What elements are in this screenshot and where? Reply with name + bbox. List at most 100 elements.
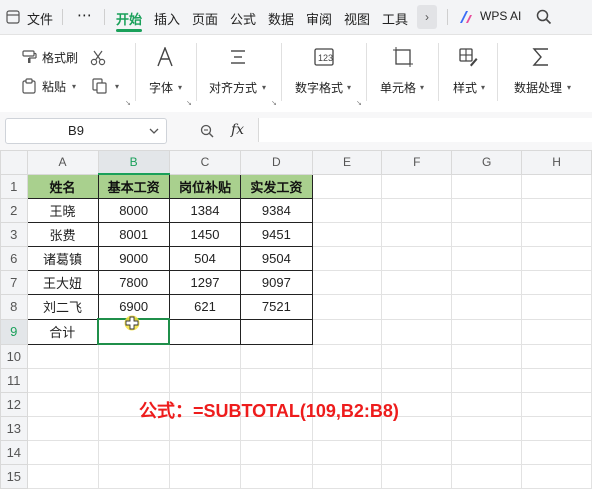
cell[interactable] bbox=[521, 440, 592, 465]
style-button[interactable]: 样式 bbox=[453, 79, 477, 96]
cell[interactable] bbox=[168, 318, 242, 345]
cell[interactable] bbox=[451, 392, 523, 417]
chevron-down-icon[interactable] bbox=[149, 127, 159, 135]
cell[interactable]: 1297 bbox=[168, 270, 242, 295]
cell[interactable]: 刘二飞 bbox=[26, 294, 99, 320]
row-header[interactable]: 2 bbox=[0, 198, 28, 223]
column-header-a[interactable]: A bbox=[26, 150, 99, 175]
column-header-g[interactable]: G bbox=[451, 150, 523, 175]
data-processing-button[interactable]: 数据处理 bbox=[514, 79, 562, 96]
cell[interactable] bbox=[311, 173, 383, 199]
cell[interactable] bbox=[168, 464, 242, 489]
cell[interactable] bbox=[521, 198, 592, 223]
style-caret-icon[interactable]: ▾ bbox=[481, 83, 485, 92]
font-button[interactable]: 字体 bbox=[149, 79, 173, 96]
total-label-cell[interactable]: 合计 bbox=[26, 318, 99, 345]
cell[interactable] bbox=[451, 173, 523, 199]
cell[interactable] bbox=[311, 368, 383, 393]
column-header-h[interactable]: H bbox=[521, 150, 592, 175]
cell[interactable] bbox=[381, 294, 453, 320]
cell[interactable]: 1384 bbox=[168, 198, 242, 223]
cell[interactable] bbox=[168, 440, 242, 465]
copy-icon[interactable] bbox=[92, 78, 108, 94]
select-all-corner[interactable] bbox=[0, 150, 28, 175]
cell[interactable] bbox=[451, 416, 523, 441]
cell[interactable] bbox=[451, 246, 523, 271]
header-cell-net-salary[interactable]: 实发工资 bbox=[240, 173, 313, 199]
font-caret-icon[interactable]: ▾ bbox=[178, 83, 182, 92]
cell[interactable] bbox=[311, 464, 383, 489]
tab-home[interactable]: 开始 bbox=[116, 9, 142, 28]
cell[interactable]: 9451 bbox=[240, 222, 313, 247]
cell[interactable] bbox=[381, 173, 453, 199]
row-header[interactable]: 7 bbox=[0, 270, 28, 295]
cell[interactable] bbox=[26, 440, 99, 465]
more-options-icon[interactable]: ⋯ bbox=[77, 6, 92, 24]
row-header[interactable]: 15 bbox=[0, 464, 28, 489]
formula-input[interactable] bbox=[258, 118, 592, 142]
cell[interactable] bbox=[451, 294, 523, 320]
cell[interactable] bbox=[521, 294, 592, 320]
cell[interactable] bbox=[521, 270, 592, 295]
cell[interactable] bbox=[451, 368, 523, 393]
cell[interactable]: 7800 bbox=[97, 270, 170, 295]
cell[interactable] bbox=[521, 416, 592, 441]
insert-function-icon[interactable]: fx bbox=[231, 122, 244, 138]
cell[interactable] bbox=[240, 318, 313, 345]
row-header[interactable]: 6 bbox=[0, 246, 28, 271]
cell[interactable] bbox=[97, 343, 170, 369]
cut-icon[interactable] bbox=[90, 50, 106, 66]
cell[interactable] bbox=[521, 368, 592, 393]
cell[interactable] bbox=[240, 343, 313, 369]
header-cell-base-salary[interactable]: 基本工资 bbox=[97, 173, 170, 199]
copy-caret-icon[interactable]: ▾ bbox=[115, 82, 119, 91]
name-box[interactable]: B9 bbox=[5, 118, 167, 144]
cell-caret-icon[interactable]: ▾ bbox=[420, 83, 424, 92]
row-header[interactable]: 11 bbox=[0, 368, 28, 393]
cell[interactable] bbox=[451, 198, 523, 223]
cell[interactable] bbox=[451, 464, 523, 489]
cell[interactable]: 621 bbox=[168, 294, 242, 320]
cell[interactable] bbox=[521, 464, 592, 489]
cell[interactable] bbox=[521, 222, 592, 247]
tab-review[interactable]: 审阅 bbox=[306, 9, 332, 28]
row-header[interactable]: 1 bbox=[0, 173, 28, 199]
paste-caret-icon[interactable]: ▾ bbox=[72, 82, 76, 91]
number-format-launcher-icon[interactable]: ↘ bbox=[356, 99, 362, 107]
cell[interactable]: 8000 bbox=[97, 198, 170, 223]
search-icon[interactable] bbox=[536, 9, 552, 25]
number-format-button[interactable]: 数字格式 bbox=[295, 79, 343, 96]
row-header[interactable]: 14 bbox=[0, 440, 28, 465]
tab-data[interactable]: 数据 bbox=[268, 9, 294, 28]
cell[interactable] bbox=[521, 343, 592, 369]
alignment-launcher-icon[interactable]: ↘ bbox=[271, 99, 277, 107]
cell[interactable]: 8001 bbox=[97, 222, 170, 247]
row-header[interactable]: 9 bbox=[0, 318, 28, 345]
tab-view[interactable]: 视图 bbox=[344, 9, 370, 28]
cell[interactable] bbox=[26, 416, 99, 441]
wps-ai-button[interactable]: WPS AI bbox=[480, 9, 521, 23]
home-icon[interactable] bbox=[6, 10, 20, 24]
cell[interactable] bbox=[97, 368, 170, 393]
cell[interactable]: 9000 bbox=[97, 246, 170, 271]
tab-tools[interactable]: 工具 bbox=[382, 9, 408, 28]
cell[interactable]: 9097 bbox=[240, 270, 313, 295]
cell[interactable] bbox=[97, 464, 170, 489]
cell[interactable] bbox=[381, 343, 453, 369]
alignment-caret-icon[interactable]: ▾ bbox=[262, 83, 266, 92]
header-cell-allowance[interactable]: 岗位补贴 bbox=[168, 173, 242, 199]
column-header-d[interactable]: D bbox=[240, 150, 313, 175]
cell[interactable] bbox=[26, 392, 99, 417]
cell[interactable] bbox=[451, 318, 523, 345]
row-header[interactable]: 10 bbox=[0, 343, 28, 369]
cell[interactable] bbox=[521, 392, 592, 417]
cell[interactable] bbox=[381, 246, 453, 271]
alignment-button[interactable]: 对齐方式 bbox=[209, 79, 257, 96]
format-painter-button[interactable]: 格式刷 bbox=[42, 49, 78, 66]
more-tabs-button[interactable]: › bbox=[417, 5, 437, 29]
column-header-c[interactable]: C bbox=[168, 150, 242, 175]
file-menu[interactable]: 文件 bbox=[27, 9, 53, 28]
cell[interactable] bbox=[26, 464, 99, 489]
cell[interactable] bbox=[168, 343, 242, 369]
cell[interactable] bbox=[311, 270, 383, 295]
